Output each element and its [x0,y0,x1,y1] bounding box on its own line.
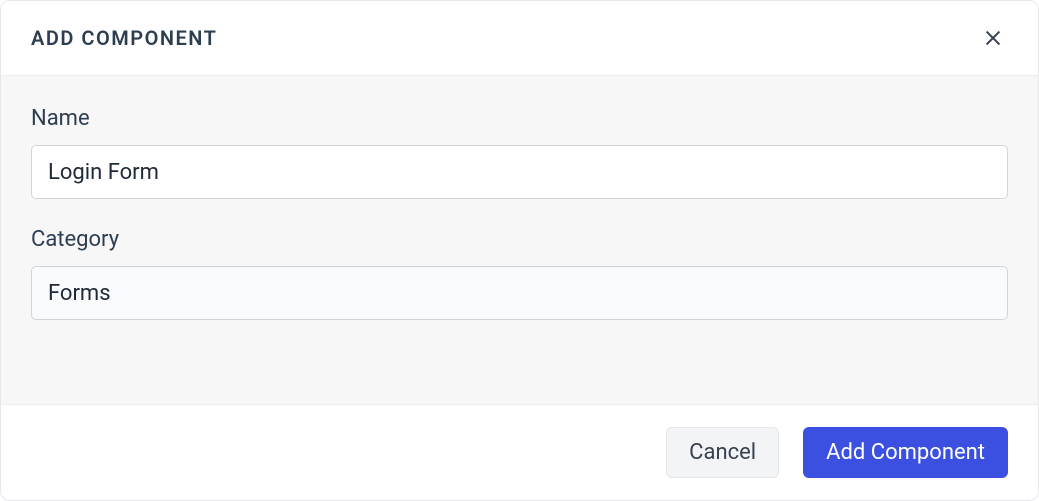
modal-header: ADD COMPONENT [1,1,1038,75]
category-field-group: Category [31,227,1008,320]
modal-title: ADD COMPONENT [31,26,217,50]
name-input[interactable] [31,145,1008,199]
add-component-button[interactable]: Add Component [803,427,1008,478]
modal-footer: Cancel Add Component [1,405,1038,500]
close-icon [982,27,1004,49]
add-component-modal: ADD COMPONENT Name Category Cancel Add C… [0,0,1039,501]
name-label: Name [31,106,1008,131]
category-select[interactable] [31,266,1008,320]
cancel-button[interactable]: Cancel [666,427,779,478]
category-select-wrapper [31,266,1008,320]
category-label: Category [31,227,1008,252]
modal-body: Name Category [1,75,1038,405]
name-field-group: Name [31,106,1008,199]
close-button[interactable] [978,23,1008,53]
